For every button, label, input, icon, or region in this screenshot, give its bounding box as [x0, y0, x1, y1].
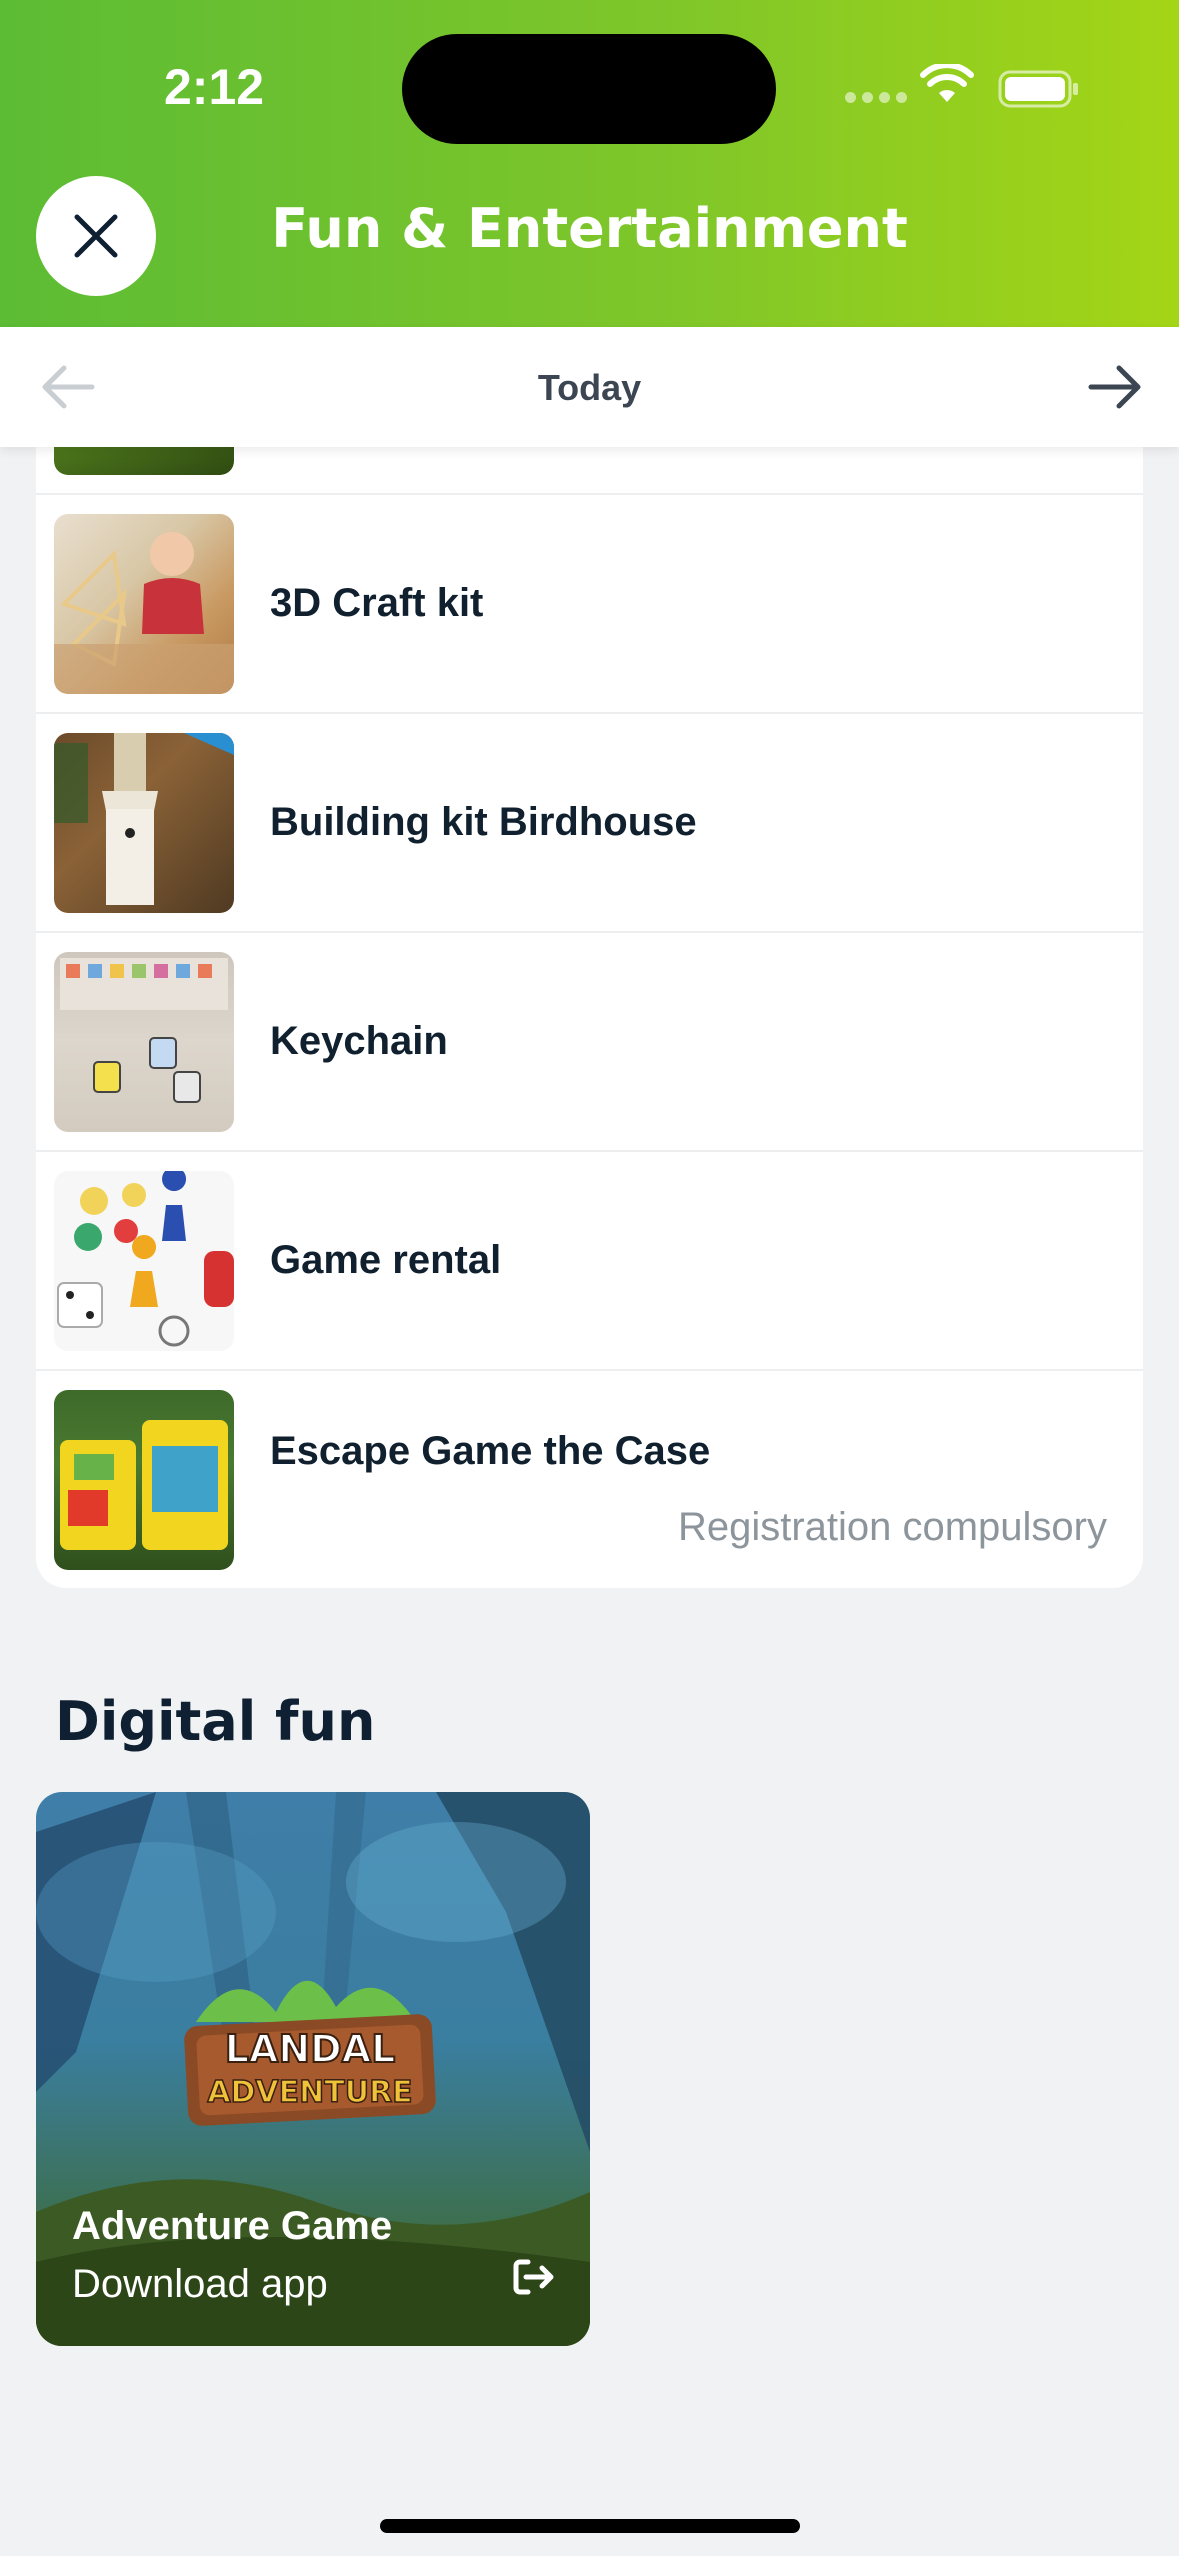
date-label: Today: [537, 367, 642, 408]
list-item-escape-game-the-case[interactable]: Escape Game the Case Registration compul…: [36, 1371, 1143, 1588]
battery-icon: [998, 70, 1078, 108]
header-bar: 2:12 Fun & Entertainment: [0, 0, 1179, 327]
list-item-building-kit-birdhouse[interactable]: Building kit Birdhouse: [36, 714, 1143, 933]
activity-thumbnail: [54, 514, 234, 694]
activity-title: Game rental: [270, 1238, 502, 1282]
adventure-game-card[interactable]: LANDAL ADVENTURE Adventure Game Download…: [36, 1792, 590, 2346]
activity-thumbnail: [54, 1171, 234, 1351]
list-item-keychain[interactable]: Keychain: [36, 933, 1143, 1152]
activity-list: 3D Craft kit Building kit Birdhouse Keyc…: [36, 400, 1143, 1588]
list-item-game-rental[interactable]: Game rental: [36, 1152, 1143, 1371]
next-day-arrow-icon[interactable]: [1085, 360, 1145, 414]
card-subtitle: Download app: [72, 2262, 328, 2306]
activity-title: Escape Game the Case: [270, 1429, 711, 1473]
wifi-icon: [920, 64, 974, 102]
activity-thumbnail: [54, 1390, 234, 1570]
date-navigation: Today: [0, 327, 1179, 447]
logo-text-line2: ADVENTURE: [207, 2075, 412, 2110]
external-link-icon: [513, 2259, 554, 2295]
page-title: Fun & Entertainment: [271, 197, 908, 260]
dynamic-island: [402, 34, 776, 144]
activity-title: Building kit Birdhouse: [270, 800, 697, 844]
card-title: Adventure Game: [72, 2204, 393, 2248]
logo-text-line1: LANDAL: [225, 2027, 396, 2071]
section-title-digital-fun: Digital fun: [55, 1690, 376, 1753]
cellular-signal-icon: [845, 92, 907, 103]
activity-thumbnail: [54, 952, 234, 1132]
activity-title: 3D Craft kit: [270, 581, 484, 625]
registration-note: Registration compulsory: [677, 1505, 1107, 1549]
status-time: 2:12: [164, 59, 265, 115]
list-item-3d-craft-kit[interactable]: 3D Craft kit: [36, 495, 1143, 714]
home-indicator: [380, 2519, 800, 2533]
activity-title: Keychain: [270, 1019, 448, 1063]
activity-thumbnail: [54, 733, 234, 913]
